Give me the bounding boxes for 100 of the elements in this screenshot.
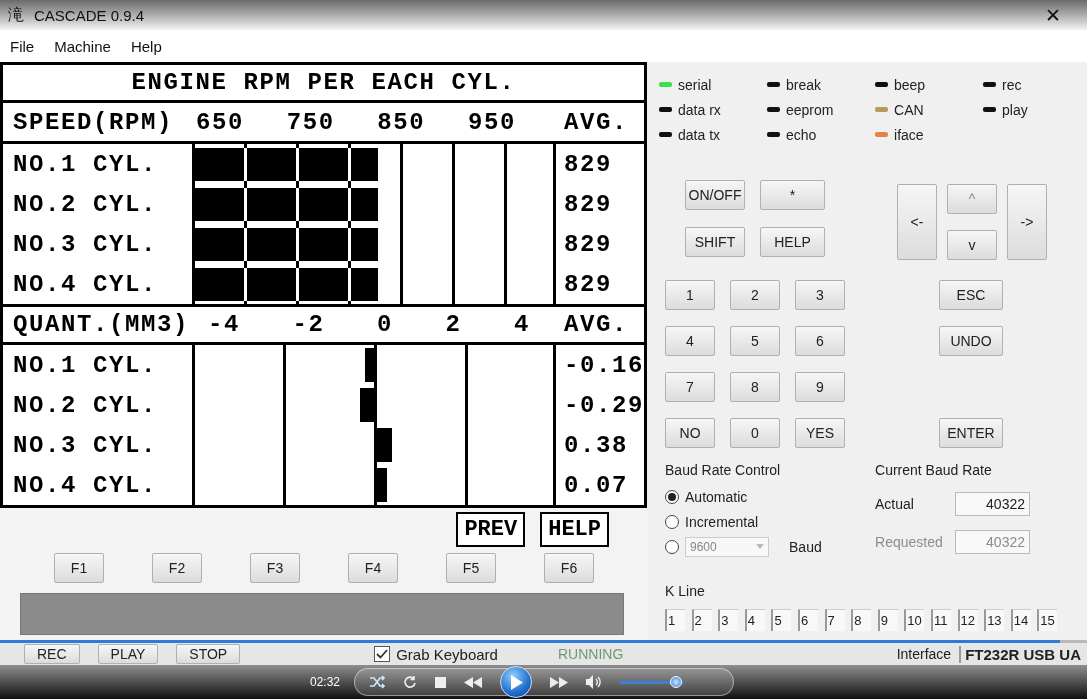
led-label: iface	[894, 126, 924, 143]
value-field: 40322	[955, 530, 1030, 554]
function-key[interactable]: F3	[250, 553, 300, 583]
row-label: NO.1 CYL.	[12, 150, 159, 178]
key-button[interactable]: 8	[730, 372, 780, 402]
k-line-pin[interactable]: 15	[1037, 609, 1058, 631]
led-label: rec	[1002, 76, 1022, 93]
function-key[interactable]: F6	[544, 553, 594, 583]
axis-tick: 850	[377, 108, 426, 136]
rewind-icon[interactable]	[464, 676, 483, 688]
interface-field: FT232R USB UA	[959, 645, 1081, 663]
average-value: 829	[563, 150, 613, 178]
k-line-pin[interactable]: 4	[744, 609, 765, 631]
average-value: -0.29	[563, 391, 644, 419]
field-label: Requested	[875, 534, 944, 550]
arrow-key[interactable]: ->	[1007, 184, 1047, 260]
menu-item[interactable]: Help	[120, 37, 172, 55]
record-control-button[interactable]: STOP	[176, 644, 241, 664]
led-label: eeprom	[786, 101, 834, 118]
key-button[interactable]: ON/OFF	[685, 180, 745, 210]
led-label: play	[1002, 101, 1028, 118]
radio-label: Incremental	[685, 513, 759, 530]
key-button[interactable]: YES	[795, 418, 845, 448]
record-control-button[interactable]: PLAY	[97, 644, 159, 664]
checkbox[interactable]	[374, 646, 391, 662]
key-button[interactable]: HELP	[760, 227, 825, 257]
record-control-button[interactable]: REC	[24, 644, 80, 664]
average-value: 829	[563, 270, 613, 298]
axis-tick: 750	[286, 108, 335, 136]
function-key[interactable]: F1	[54, 553, 104, 583]
column-heading: AVG.	[563, 108, 629, 136]
group-title: K Line	[665, 583, 706, 599]
k-line-pin[interactable]: 12	[957, 609, 978, 631]
menu-item[interactable]: File	[0, 37, 45, 55]
radio-label: Automatic	[685, 488, 748, 505]
k-line-pin[interactable]: 8	[851, 609, 872, 631]
k-line-pin[interactable]: 2	[691, 609, 712, 631]
unit-label: Baud	[789, 538, 822, 555]
stop-icon[interactable]	[435, 676, 447, 688]
axis-tick: 4	[513, 311, 530, 338]
k-line-pin[interactable]: 5	[771, 609, 792, 631]
checkbox-label: Grab Keyboard	[396, 645, 498, 663]
axis-tick: 950	[467, 108, 516, 136]
field-label: Interface	[896, 646, 952, 662]
led-label: serial	[678, 76, 712, 93]
key-button[interactable]: 6	[795, 326, 845, 356]
radio-button[interactable]	[665, 514, 679, 529]
function-key[interactable]: F5	[446, 553, 496, 583]
key-button[interactable]: *	[760, 180, 825, 210]
key-button[interactable]: UNDO	[939, 326, 1003, 356]
key-button[interactable]: 1	[665, 280, 715, 310]
key-button[interactable]: 3	[795, 280, 845, 310]
k-line-pin[interactable]: 13	[984, 609, 1005, 631]
display-title: ENGINE RPM PER EACH CYL.	[3, 65, 644, 103]
k-line-pin[interactable]: 10	[904, 609, 925, 631]
function-key[interactable]: F2	[152, 553, 202, 583]
k-line-pin[interactable]: 1	[665, 609, 685, 631]
display-button[interactable]: PREV	[456, 512, 526, 547]
field-label: Actual	[875, 496, 915, 512]
repeat-icon[interactable]	[403, 675, 418, 689]
average-value: 0.38	[563, 431, 629, 459]
menu-item[interactable]: Machine	[44, 37, 121, 55]
key-button[interactable]: 2	[730, 280, 780, 310]
led-label: data rx	[678, 101, 721, 118]
axis-tick: -4	[208, 311, 240, 338]
row-label: NO.4 CYL.	[12, 270, 159, 298]
close-button[interactable]: ✕	[1045, 3, 1061, 27]
play-icon[interactable]	[509, 674, 523, 690]
k-line-pin[interactable]: 7	[824, 609, 845, 631]
radio-button[interactable]	[665, 539, 679, 554]
fast-forward-icon[interactable]	[550, 676, 569, 688]
key-button[interactable]: NO	[665, 418, 715, 448]
row-label: NO.3 CYL.	[12, 230, 159, 258]
key-button[interactable]: 5	[730, 326, 780, 356]
display-button[interactable]: HELP	[540, 512, 609, 547]
key-button[interactable]: 9	[795, 372, 845, 402]
volume-icon[interactable]	[586, 675, 603, 689]
k-line-pin[interactable]: 6	[798, 609, 818, 631]
play-button[interactable]	[500, 666, 533, 698]
axis-tick: -2	[292, 311, 325, 338]
key-button[interactable]: SHIFT	[685, 227, 745, 257]
key-button[interactable]: ESC	[939, 280, 1003, 310]
k-line-pin[interactable]: 9	[877, 609, 898, 631]
shuffle-icon[interactable]	[369, 675, 386, 689]
function-key[interactable]: F4	[348, 553, 398, 583]
k-line-pin[interactable]: 11	[930, 609, 951, 631]
arrow-key[interactable]: <-	[897, 184, 937, 260]
k-line-pin[interactable]: 3	[718, 609, 739, 631]
k-line-pin[interactable]: 14	[1010, 609, 1031, 631]
key-button[interactable]: ENTER	[939, 418, 1003, 448]
average-value: 829	[563, 190, 613, 218]
row-label: NO.2 CYL.	[12, 391, 159, 419]
axis-tick: 650	[196, 108, 244, 136]
volume-thumb[interactable]	[670, 675, 683, 688]
key-button[interactable]: 4	[665, 326, 715, 356]
arrow-key[interactable]: v	[947, 230, 997, 260]
display-heading: QUANT.(MM3)	[12, 311, 191, 338]
key-button[interactable]: 7	[665, 372, 715, 402]
key-button[interactable]: 0	[730, 418, 780, 448]
radio-button[interactable]	[665, 489, 679, 504]
